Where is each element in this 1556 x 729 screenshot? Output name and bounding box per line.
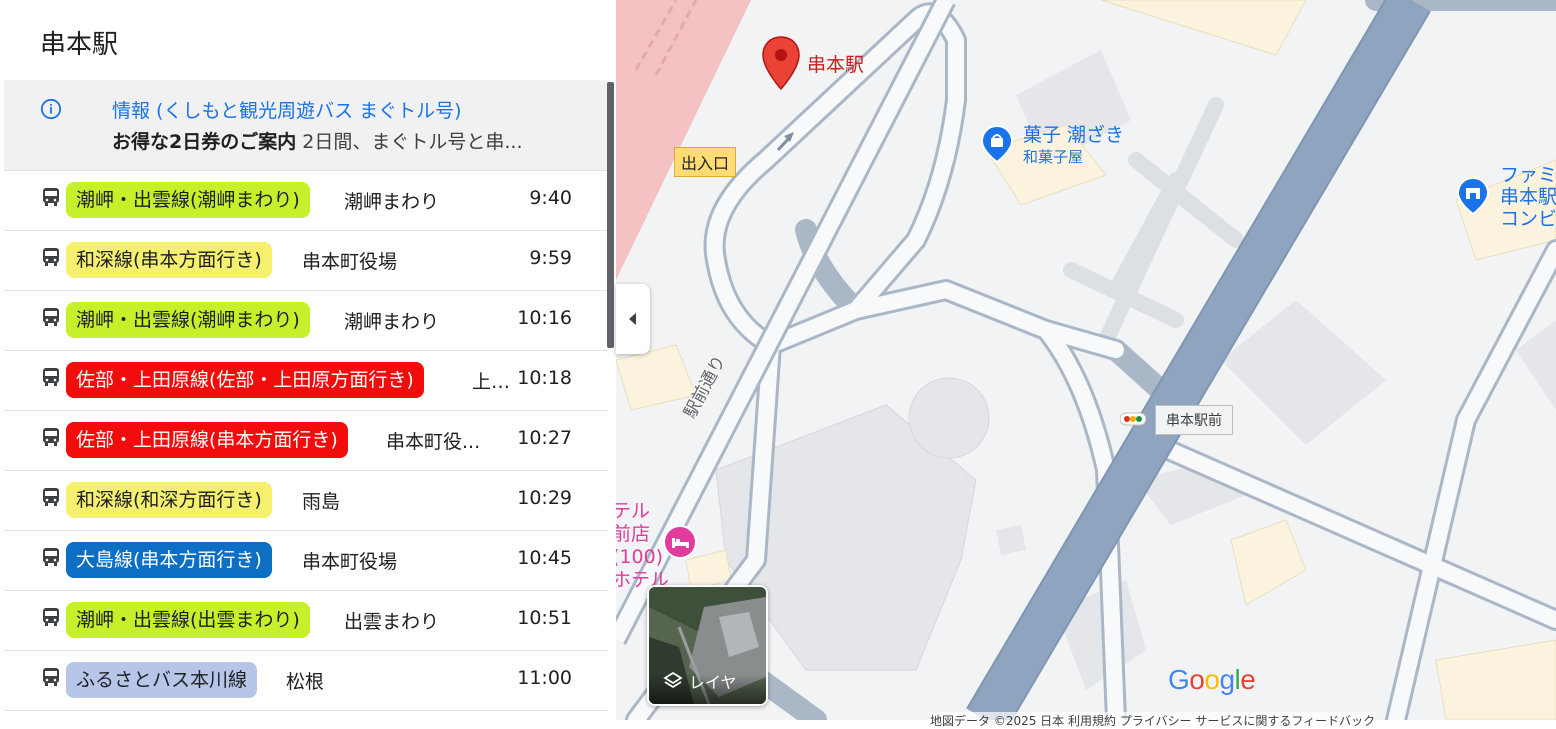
bus-icon <box>43 488 59 506</box>
store-label[interactable]: ファミ 串本駅 コンビ <box>1500 164 1556 230</box>
destination-label: 潮岬まわり <box>344 311 440 333</box>
route-chip[interactable]: ふるさとバス本川線 <box>66 662 258 698</box>
departure-time: 9:40 <box>529 187 572 209</box>
info-text-bold: お得な2日券のご案内 <box>112 131 297 153</box>
google-logo: Google <box>1168 664 1256 695</box>
destination-label: 串本町役... <box>386 431 481 453</box>
bus-icon <box>43 608 59 626</box>
route-chip[interactable]: 佐部・上田原線(佐部・上田原方面行き) <box>66 362 424 398</box>
departure-time: 10:18 <box>517 367 572 389</box>
departure-row[interactable]: 潮岬・出雲線(出雲まわり) 出雲まわり 10:51 <box>4 590 608 651</box>
departure-row[interactable]: ふるさとバス本川線 松根 11:00 <box>4 650 608 711</box>
departure-time: 10:45 <box>517 547 572 569</box>
departure-row[interactable]: 佐部・上田原線(串本方面行き) 串本町役... 10:27 <box>4 410 608 471</box>
departure-time: 9:59 <box>529 247 572 269</box>
entrance-label[interactable]: 出入口 <box>674 147 737 177</box>
departure-row[interactable]: 和深線(串本方面行き) 串本町役場 9:59 <box>4 230 608 291</box>
transit-panel: 串本駅 情報 (くしもと観光周遊バス まぐトル号) お得な2日券のご案内 2日間… <box>4 0 608 720</box>
route-chip[interactable]: 和深線(和深方面行き) <box>66 482 272 518</box>
departure-row[interactable]: 和深線(和深方面行き) 雨島 10:29 <box>4 470 608 531</box>
panel-title: 串本駅 <box>40 30 119 60</box>
traffic-light-icon <box>1120 412 1146 426</box>
bus-icon <box>43 188 59 206</box>
store-name-2: 串本駅 <box>1500 186 1556 208</box>
info-title[interactable]: 情報 (くしもと観光周遊バス まぐトル号) <box>112 96 462 123</box>
collapse-panel-button[interactable] <box>616 284 650 354</box>
convenience-store-icon[interactable] <box>1456 176 1490 216</box>
hotel-bed-icon[interactable] <box>662 524 698 560</box>
store-name-1: ファミ <box>1500 164 1556 186</box>
route-chip[interactable]: 大島線(串本方面行き) <box>66 542 272 578</box>
info-banner[interactable]: 情報 (くしもと観光周遊バス まぐトル号) お得な2日券のご案内 2日間、まぐト… <box>4 80 608 171</box>
store-name-3: コンビ <box>1500 208 1556 230</box>
shopping-bag-icon[interactable] <box>980 124 1014 164</box>
departure-time: 11:00 <box>517 667 572 689</box>
shop-name[interactable]: 菓子 潮ざき <box>1023 120 1124 147</box>
departure-time: 10:27 <box>517 427 572 449</box>
bus-icon <box>43 548 59 566</box>
bus-icon <box>43 248 59 266</box>
departure-row[interactable]: 大島線(串本方面行き) 串本町役場 10:45 <box>4 530 608 591</box>
destination-label: 上... <box>472 371 508 393</box>
info-text-rest: 2日間、まぐトル号と串... <box>296 131 523 153</box>
destination-label: 出雲まわり <box>344 611 440 633</box>
destination-label: 串本町役場 <box>302 551 398 573</box>
info-text: お得な2日券のご案内 2日間、まぐトル号と串... <box>112 127 562 154</box>
bus-icon <box>43 668 59 686</box>
destination-label: 串本町役場 <box>302 251 398 273</box>
bus-icon <box>43 368 59 386</box>
layers-icon <box>663 671 683 689</box>
departure-time: 10:51 <box>517 607 572 629</box>
panel-scrollbar[interactable] <box>607 82 614 348</box>
info-icon <box>40 98 62 120</box>
route-chip[interactable]: 和深線(串本方面行き) <box>66 242 272 278</box>
layer-toggle-button[interactable]: レイヤ <box>647 585 768 706</box>
shop-type: 和菓子屋 <box>1023 148 1084 166</box>
departure-time: 10:29 <box>517 487 572 509</box>
departure-row[interactable]: 潮岬・出雲線(潮岬まわり) 潮岬まわり 9:40 <box>4 170 608 231</box>
route-chip[interactable]: 佐部・上田原線(串本方面行き) <box>66 422 348 458</box>
bus-icon <box>43 428 59 446</box>
destination-label: 潮岬まわり <box>344 191 440 213</box>
departure-row[interactable]: 佐部・上田原線(佐部・上田原方面行き) 上... 10:18 <box>4 350 608 411</box>
departure-row[interactable]: 潮岬・出雲線(潮岬まわり) 潮岬まわり 10:16 <box>4 290 608 351</box>
route-chip[interactable]: 潮岬・出雲線(出雲まわり) <box>66 602 310 638</box>
destination-label: 松根 <box>286 671 325 693</box>
station-label[interactable]: 串本駅 <box>807 50 864 77</box>
bus-icon <box>43 308 59 326</box>
bus-stop-label[interactable]: 串本駅前 <box>1155 405 1233 435</box>
route-chip[interactable]: 潮岬・出雲線(潮岬まわり) <box>66 302 310 338</box>
layer-label: レイヤ <box>689 673 737 692</box>
route-chip[interactable]: 潮岬・出雲線(潮岬まわり) <box>66 182 310 218</box>
chevron-left-icon <box>629 313 636 325</box>
station-area <box>616 0 751 280</box>
station-pin-icon[interactable] <box>761 35 801 91</box>
departure-time: 10:16 <box>517 307 572 329</box>
map-footer[interactable]: 地図データ ©2025 日本 利用規約 プライバシー サービスに関するフィードバ… <box>930 712 1376 729</box>
hotel-line-1: テル <box>616 500 651 522</box>
destination-label: 雨島 <box>302 491 341 513</box>
